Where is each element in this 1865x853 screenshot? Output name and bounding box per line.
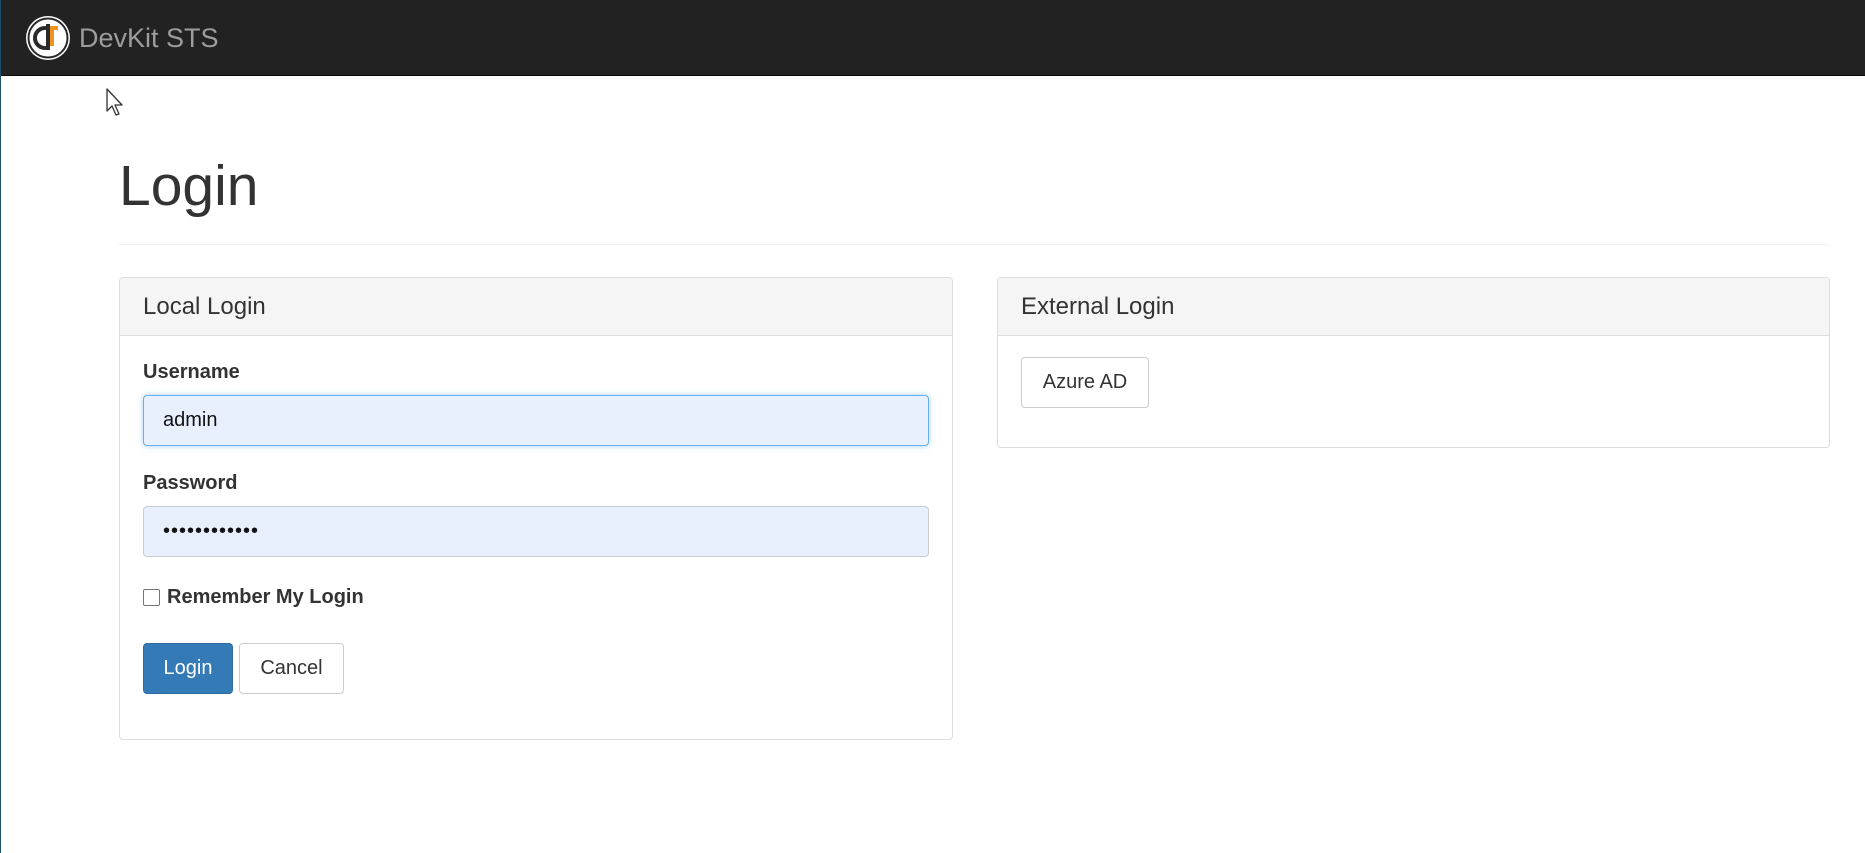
title-divider	[119, 244, 1829, 245]
username-input[interactable]	[143, 395, 929, 446]
remember-login-label[interactable]: Remember My Login	[167, 586, 364, 609]
top-navbar: DevKit STS	[1, 0, 1865, 76]
local-login-panel: Local Login Username Password Remember M…	[119, 277, 953, 740]
remember-login-row[interactable]: Remember My Login	[143, 584, 364, 610]
login-page: DevKit STS Login Local Login Username Pa…	[0, 0, 1865, 853]
username-label: Username	[143, 361, 240, 383]
mouse-cursor-icon	[106, 88, 123, 116]
login-button[interactable]: Login	[143, 643, 233, 694]
brand-link[interactable]: DevKit STS	[25, 14, 219, 62]
devkit-logo-icon	[26, 16, 70, 60]
remember-login-checkbox[interactable]	[143, 588, 160, 606]
azure-ad-button[interactable]: Azure AD	[1021, 357, 1149, 408]
local-login-heading: Local Login	[120, 278, 952, 336]
external-login-panel: External Login Azure AD	[997, 277, 1830, 448]
cancel-button[interactable]: Cancel	[239, 643, 344, 694]
external-login-heading: External Login	[998, 278, 1829, 336]
page-title: Login	[119, 154, 259, 218]
password-label: Password	[143, 472, 238, 494]
password-input[interactable]	[143, 506, 929, 557]
brand-name: DevKit STS	[79, 23, 219, 53]
